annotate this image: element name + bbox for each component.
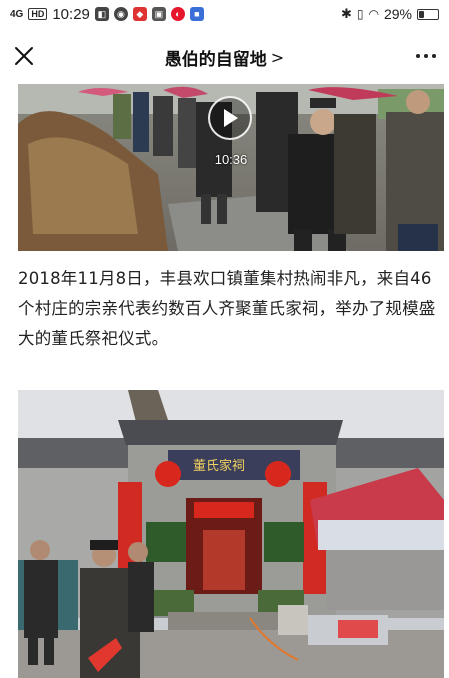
news-notification-icon: ◆	[132, 7, 147, 21]
video-duration: 10:36	[214, 152, 248, 167]
more-icon-dot	[424, 54, 428, 58]
ancestral-hall-sign: 董氏家祠	[193, 458, 245, 474]
hd-badge: HD	[28, 8, 48, 20]
battery-icon	[417, 8, 439, 20]
bluetooth-icon: ✱	[340, 6, 352, 21]
photo-notification-icon: ▣	[151, 7, 166, 21]
account-title: 愚伯的自留地	[164, 49, 267, 70]
app-notification-icon: ◧	[94, 7, 109, 21]
close-icon	[15, 47, 33, 65]
battery-percent: 29%	[383, 6, 412, 22]
account-title-link[interactable]: 愚伯的自留地 >	[165, 45, 284, 70]
play-button[interactable]	[208, 96, 252, 140]
chevron-right-icon: >	[270, 47, 285, 67]
close-button[interactable]	[12, 44, 36, 68]
article-paragraph: 2018年11月8日，丰县欢口镇董集村热闹非凡，来自46个村庄的宗亲代表约数百人…	[18, 269, 436, 348]
more-icon-dot	[432, 54, 436, 58]
status-bar: 4G HD 10:29 ◧ ◉ ◆ ▣ ◐ ■ ✱ ▯ ◠ 29%	[0, 0, 449, 28]
nav-bar: 愚伯的自留地 >	[0, 32, 449, 82]
wifi-icon: ◠	[368, 7, 379, 21]
vibrate-icon: ▯	[356, 7, 364, 21]
network-indicator: 4G	[10, 8, 24, 20]
play-icon	[224, 109, 238, 127]
weibo-notification-icon: ◐	[170, 7, 185, 21]
more-button[interactable]	[411, 44, 441, 68]
status-right: ✱ ▯ ◠ 29%	[341, 6, 439, 22]
clock: 10:29	[52, 5, 90, 23]
badge-notification-icon: ■	[189, 7, 204, 21]
ancestral-hall-photo: 董氏家祠	[18, 390, 444, 678]
battery-fill	[419, 10, 424, 18]
video-player[interactable]: 10:36	[18, 84, 444, 251]
message-notification-icon: ◉	[113, 7, 128, 21]
more-icon-dot	[416, 54, 420, 58]
status-left: 4G HD 10:29 ◧ ◉ ◆ ▣ ◐ ■	[10, 6, 204, 23]
article-photo[interactable]: 董氏家祠	[18, 390, 444, 678]
